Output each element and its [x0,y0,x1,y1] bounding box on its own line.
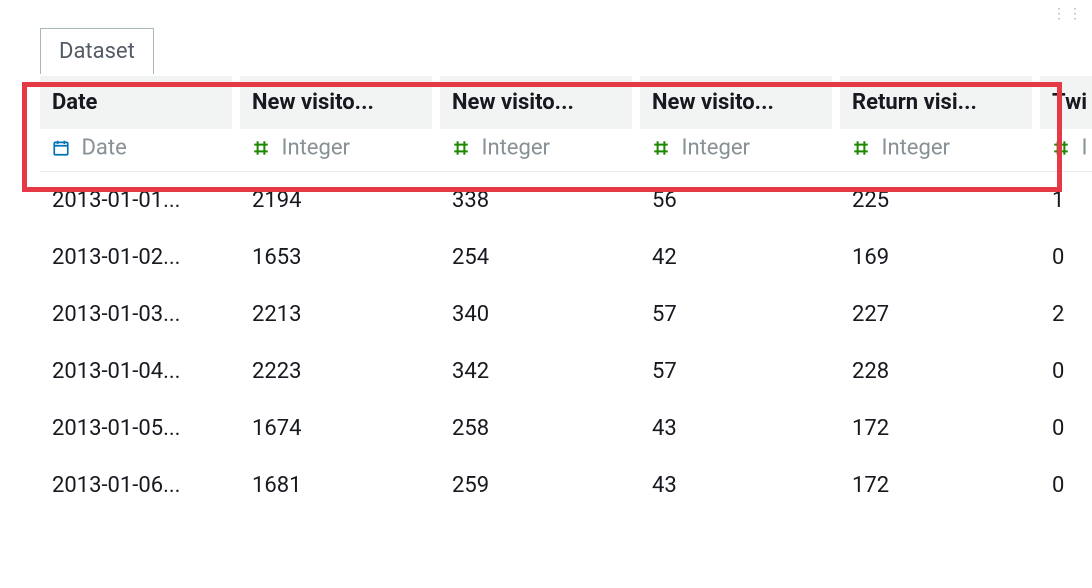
cell-value: 1681 [240,457,440,514]
cell-value: 43 [640,457,840,514]
cell-date: 2013-01-06... [40,457,240,514]
cell-date: 2013-01-05... [40,400,240,457]
cell-value: 0 [1040,457,1092,514]
column-type-integer: I [1040,129,1092,172]
cell-value: 1 [1040,172,1092,229]
column-header-return-visitors[interactable]: Return visi... [840,76,1040,129]
cell-value: 258 [440,400,640,457]
column-type-integer: Integer [840,129,1040,172]
calendar-icon [52,139,70,157]
column-type-label: Integer [881,136,949,161]
cell-value: 0 [1040,229,1092,286]
number-icon [1052,139,1070,157]
table-row[interactable]: 2013-01-03... 2213 340 57 227 2 [40,286,1092,343]
cell-value: 0 [1040,400,1092,457]
tab-dataset[interactable]: Dataset [40,28,154,74]
cell-value: 227 [840,286,1040,343]
cell-date: 2013-01-01... [40,172,240,229]
cell-value: 172 [840,457,1040,514]
column-type-label: I [1081,136,1087,161]
tab-label: Dataset [59,39,135,64]
column-header-label: New visito... [452,90,574,115]
cell-value: 254 [440,229,640,286]
column-header-label: Date [52,90,97,115]
cell-value: 2223 [240,343,440,400]
column-type-date: Date [40,129,240,172]
column-header-label: Twi [1052,90,1087,115]
cell-value: 42 [640,229,840,286]
cell-value: 2194 [240,172,440,229]
cell-value: 2 [1040,286,1092,343]
table-row[interactable]: 2013-01-04... 2223 342 57 228 0 [40,343,1092,400]
column-header-twitter[interactable]: Twi [1040,76,1092,129]
cell-value: 169 [840,229,1040,286]
column-type-label: Date [81,136,126,161]
cell-value: 0 [1040,343,1092,400]
cell-value: 1653 [240,229,440,286]
table-row[interactable]: 2013-01-02... 1653 254 42 169 0 [40,229,1092,286]
data-table: Date New visito... New visito... New vis… [40,76,1092,514]
cell-value: 172 [840,400,1040,457]
cell-date: 2013-01-02... [40,229,240,286]
cell-value: 57 [640,343,840,400]
number-icon [852,139,870,157]
column-header-new-visitors-3[interactable]: New visito... [640,76,840,129]
cell-value: 57 [640,286,840,343]
table-row[interactable]: 2013-01-01... 2194 338 56 225 1 [40,172,1092,229]
cell-value: 2213 [240,286,440,343]
cell-value: 225 [840,172,1040,229]
table-header-row: Date New visito... New visito... New vis… [40,76,1092,129]
column-header-label: New visito... [252,90,374,115]
cell-value: 342 [440,343,640,400]
column-type-label: Integer [481,136,549,161]
column-type-label: Integer [681,136,749,161]
number-icon [652,139,670,157]
column-header-label: Return visi... [852,90,977,115]
cell-date: 2013-01-03... [40,286,240,343]
column-header-new-visitors-1[interactable]: New visito... [240,76,440,129]
cell-value: 228 [840,343,1040,400]
cell-date: 2013-01-04... [40,343,240,400]
number-icon [252,139,270,157]
cell-value: 338 [440,172,640,229]
number-icon [452,139,470,157]
column-type-label: Integer [281,136,349,161]
column-header-new-visitors-2[interactable]: New visito... [440,76,640,129]
table-row[interactable]: 2013-01-05... 1674 258 43 172 0 [40,400,1092,457]
cell-value: 340 [440,286,640,343]
column-header-label: New visito... [652,90,774,115]
column-type-integer: Integer [240,129,440,172]
cell-value: 259 [440,457,640,514]
cell-value: 1674 [240,400,440,457]
table-type-row: Date Integer Integer [40,129,1092,172]
column-type-integer: Integer [640,129,840,172]
cell-value: 43 [640,400,840,457]
column-header-date[interactable]: Date [40,76,240,129]
column-type-integer: Integer [440,129,640,172]
cell-value: 56 [640,172,840,229]
table-row[interactable]: 2013-01-06... 1681 259 43 172 0 [40,457,1092,514]
